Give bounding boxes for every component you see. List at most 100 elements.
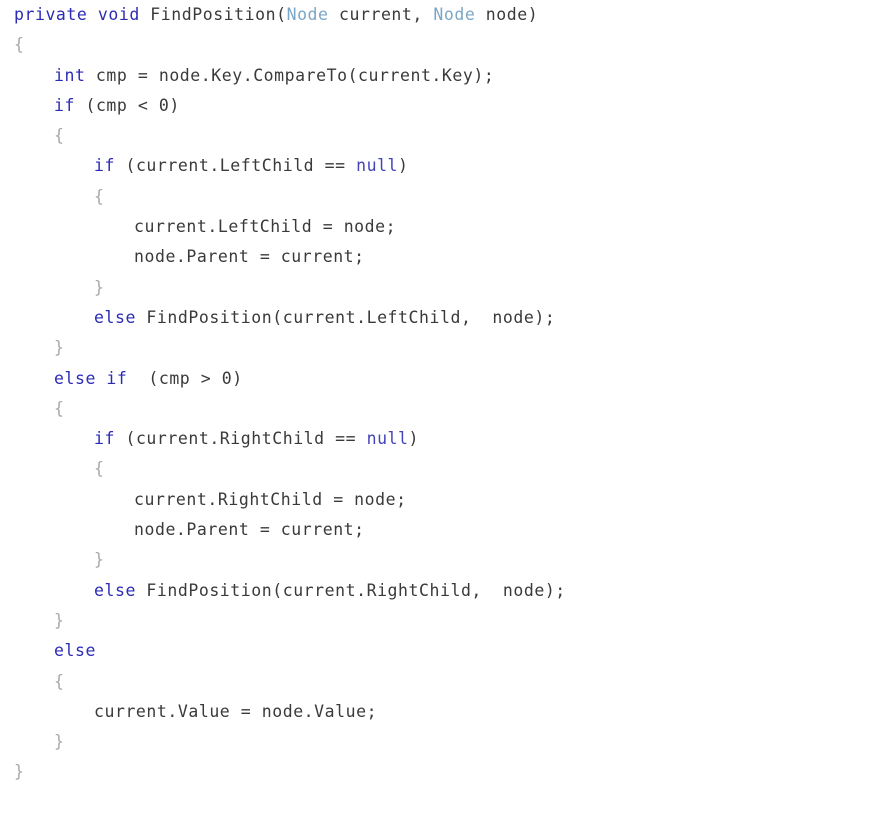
code-token-brace: } (54, 338, 65, 358)
code-token-pun: ) (232, 368, 243, 388)
code-token-pun: ( (125, 156, 136, 176)
code-token-id: cmp (158, 368, 201, 388)
code-token-pun: ); (534, 307, 556, 327)
code-token-pun (136, 581, 146, 600)
code-token-id: current (280, 520, 355, 540)
code-token-pun: == (324, 156, 357, 176)
code-token-id: current.Value (94, 701, 241, 721)
code-token-kw: else (54, 641, 96, 661)
code-token-brace: { (94, 186, 105, 206)
code-line: } (0, 727, 870, 757)
code-token-pun: ) (408, 429, 420, 449)
code-line: node.Parent = current; (0, 515, 870, 545)
code-line: current.RightChild = node; (0, 485, 870, 515)
code-token-kw: else (54, 368, 96, 388)
code-token-id: cmp (95, 95, 138, 115)
code-token-pun: = (333, 489, 355, 509)
code-token-brace: } (54, 732, 65, 752)
code-token-kw: if (94, 156, 115, 176)
code-token-kw: else (94, 307, 136, 327)
code-token-pun: ); (544, 580, 566, 600)
code-token-type: Node (286, 5, 329, 24)
code-line: node.Parent = current; (0, 242, 870, 272)
code-token-brace: } (14, 762, 25, 782)
code-token-pun: ( (276, 5, 287, 24)
code-line: } (0, 757, 870, 787)
code-token-pun (87, 5, 97, 24)
code-token-pun: == (335, 429, 367, 449)
code-token-pun (127, 369, 148, 388)
code-listing[interactable]: private void FindPosition(Node current, … (0, 0, 870, 817)
code-token-pun: < (137, 95, 159, 115)
code-token-id: current.LeftChild, node (282, 307, 535, 327)
code-token-pun (115, 429, 125, 448)
code-token-id: FindPosition (146, 307, 273, 327)
code-token-brace: } (94, 550, 105, 570)
code-token-id: node.Key.CompareTo (158, 65, 348, 85)
code-token-pun: ( (272, 580, 283, 600)
code-token-pun: ( (125, 429, 136, 449)
code-line: { (0, 454, 870, 484)
code-token-pun: = (322, 217, 344, 237)
code-token-pun: = (259, 247, 281, 267)
code-token-brace: { (54, 398, 65, 418)
code-token-id: node.Parent (134, 247, 260, 267)
code-token-id: cmp (85, 65, 138, 85)
code-token-brace: { (94, 459, 105, 479)
code-token-pun: > (200, 368, 222, 388)
code-token-type: Node (433, 5, 476, 24)
code-token-pun: ( (347, 65, 359, 85)
code-token-pun: ) (527, 5, 539, 24)
code-line: if (current.RightChild == null) (0, 424, 870, 454)
code-line: { (0, 121, 870, 151)
code-token-pun: ( (148, 368, 159, 388)
code-token-pun: ( (272, 307, 283, 327)
code-token-id: node (475, 5, 528, 24)
code-token-pun: = (240, 701, 262, 721)
code-token-kw: if (54, 95, 75, 115)
code-token-pun: ; (366, 701, 378, 721)
code-line: { (0, 30, 870, 60)
code-token-brace: } (54, 610, 65, 630)
code-token-id: node (354, 489, 397, 509)
code-token-kw: if (94, 429, 115, 449)
code-token-pun: ) (398, 156, 409, 176)
code-token-id: FindPosition (150, 5, 277, 24)
code-token-lit: null (366, 429, 409, 449)
code-token-id: current (280, 247, 355, 267)
code-token-kw: else (94, 580, 136, 600)
code-token-pun: = (259, 520, 281, 540)
code-line: { (0, 667, 870, 697)
code-line: current.Value = node.Value; (0, 697, 870, 727)
code-line: { (0, 394, 870, 424)
code-token-id: 0 (221, 368, 233, 388)
code-token-kw: int (54, 65, 86, 85)
code-token-brace: { (54, 126, 65, 146)
code-token-pun (115, 156, 125, 175)
code-token-pun: ) (169, 95, 180, 115)
code-line: } (0, 606, 870, 636)
code-line: else if (cmp > 0) (0, 364, 870, 394)
code-token-brace: } (94, 277, 105, 297)
code-token-id: current.RightChild (134, 489, 334, 509)
code-token-pun (75, 96, 85, 115)
code-line: if (current.LeftChild == null) (0, 151, 870, 181)
code-token-pun: ; (354, 520, 365, 540)
code-token-kw: void (97, 5, 140, 24)
code-token-id: current.RightChild, node (282, 580, 545, 600)
code-token-pun: ; (385, 217, 397, 237)
code-line: } (0, 545, 870, 575)
code-token-pun (136, 308, 146, 327)
code-line: else FindPosition(current.RightChild, no… (0, 576, 870, 606)
code-token-pun: ( (85, 95, 96, 115)
code-line: } (0, 333, 870, 363)
code-token-id: current.LeftChild (135, 156, 325, 176)
code-token-pun: ; (396, 489, 407, 509)
code-token-pun: ); (473, 65, 495, 85)
code-token-pun (96, 369, 106, 388)
code-token-id: 0 (158, 95, 170, 115)
code-token-pun (140, 5, 150, 24)
code-token-id: node.Value (261, 701, 367, 721)
code-token-brace: { (54, 671, 65, 691)
code-line: else (0, 636, 870, 666)
